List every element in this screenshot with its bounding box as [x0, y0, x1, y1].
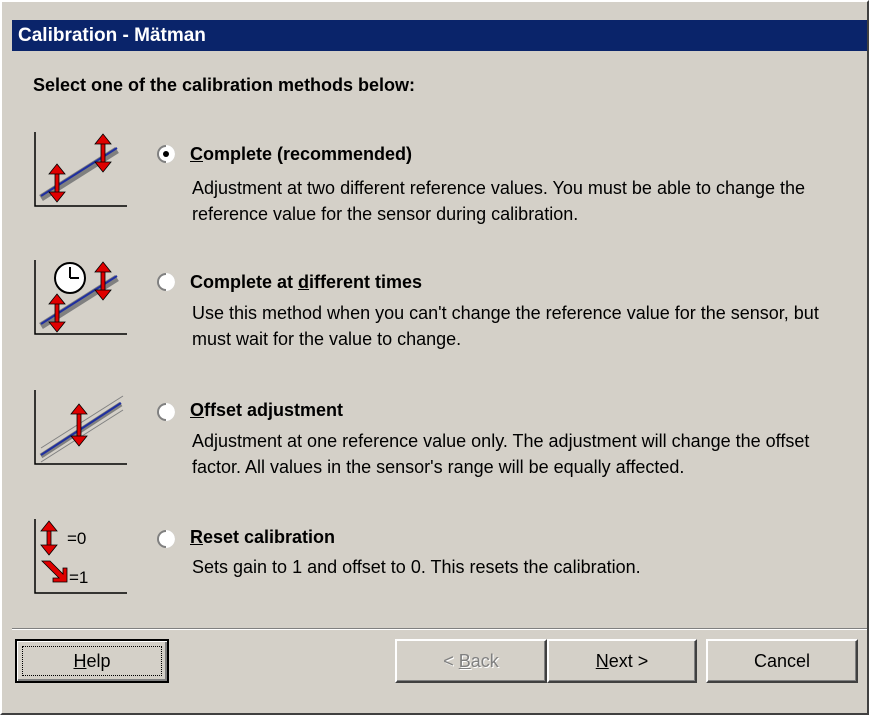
next-label: ext > — [608, 650, 649, 671]
two-point-calibration-icon — [34, 132, 127, 207]
label-text: ifferent times — [309, 272, 423, 292]
window-title: Calibration - Mätman — [18, 25, 206, 46]
label-accelerator: O — [190, 400, 205, 420]
label-accelerator: R — [190, 527, 203, 547]
radio-reset-calibration[interactable] — [156, 529, 176, 549]
cancel-label: Cancel — [753, 650, 811, 671]
label-text: Complete at — [190, 272, 299, 292]
next-button[interactable]: Next > — [547, 639, 697, 683]
option-description: Adjustment at one reference value only. … — [192, 431, 810, 477]
label-text: eset calibration — [203, 527, 336, 547]
option-description: Sets gain to 1 and offset to 0. This res… — [192, 557, 641, 577]
option-label[interactable]: Complete (recommended) — [190, 144, 412, 165]
option-description: Use this method when you can't change th… — [192, 303, 819, 349]
label-text: ffset adjustment — [204, 400, 344, 420]
option-description: Adjustment at two different reference va… — [192, 178, 806, 224]
back-accelerator: B — [458, 650, 471, 671]
offset-calibration-icon — [34, 390, 127, 465]
option-label[interactable]: Offset adjustment — [190, 400, 343, 421]
back-button[interactable]: < Back — [395, 639, 547, 683]
timed-calibration-icon — [34, 260, 127, 335]
back-label-prefix: < — [443, 650, 459, 671]
icon-text-gain: =1 — [69, 568, 88, 587]
label-text: omplete (recommended) — [203, 144, 413, 164]
radio-complete-different-times[interactable] — [156, 272, 176, 292]
option-label[interactable]: Reset calibration — [190, 527, 335, 548]
instruction-heading: Select one of the calibration methods be… — [33, 75, 416, 95]
button-divider — [12, 628, 867, 630]
reset-calibration-icon: =0 =1 — [34, 519, 127, 594]
radio-offset-adjustment[interactable] — [156, 402, 176, 422]
help-button[interactable]: Help — [15, 639, 169, 683]
label-accelerator: C — [190, 144, 203, 164]
label-accelerator: d — [298, 272, 310, 292]
option-label[interactable]: Complete at different times — [190, 272, 422, 293]
next-accelerator: N — [595, 650, 609, 671]
back-label: ack — [470, 650, 499, 671]
radio-complete[interactable] — [156, 144, 176, 164]
icon-text-offset: =0 — [67, 529, 86, 548]
cancel-button[interactable]: Cancel — [706, 639, 858, 683]
title-bar: Calibration - Mätman — [12, 20, 867, 51]
focus-rectangle — [22, 646, 162, 676]
calibration-dialog: Calibration - Mätman Select one of the c… — [0, 0, 869, 715]
